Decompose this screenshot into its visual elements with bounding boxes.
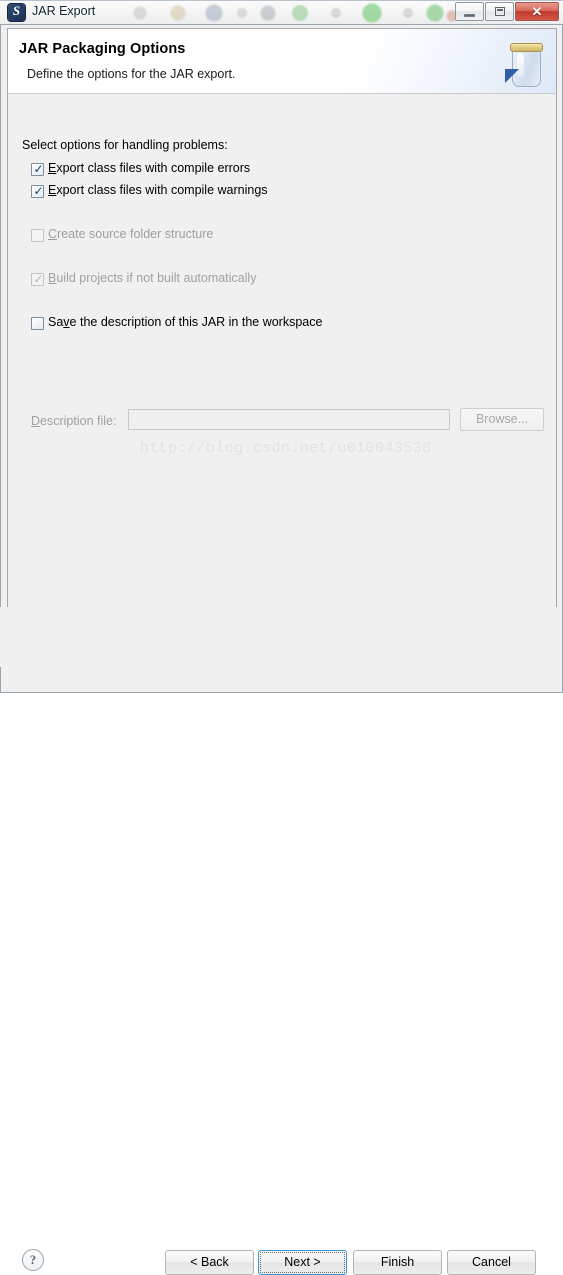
checkbox-label-build-projects-text: uild projects if not built automatically bbox=[56, 271, 257, 285]
back-button[interactable]: < Back bbox=[165, 1250, 254, 1275]
help-icon-glyph: ? bbox=[29, 1252, 37, 1267]
checkbox-label-save-description: Save the description of this JAR in the … bbox=[48, 315, 323, 329]
cancel-button[interactable]: Cancel bbox=[447, 1250, 536, 1275]
options-group-label: Select options for handling problems: bbox=[22, 138, 228, 152]
back-button-label: < Back bbox=[190, 1255, 229, 1269]
checkbox-label-export-warnings-text: xport class files with compile warnings bbox=[56, 183, 268, 197]
eclipse-icon-glyph: S bbox=[12, 4, 21, 18]
footer-bar: ? < Back Next > Finish Cancel bbox=[0, 607, 561, 1275]
page-title: JAR Packaging Options bbox=[19, 41, 186, 57]
checkbox-label-save-description-text: e the description of this JAR in the wor… bbox=[69, 315, 323, 329]
description-file-input bbox=[128, 409, 450, 430]
minimize-button[interactable] bbox=[455, 2, 484, 21]
checkbox-label-create-source-folder-text: reate source folder structure bbox=[57, 227, 214, 241]
export-arrow-icon bbox=[505, 69, 519, 83]
checkbox-export-class-files-compile-errors[interactable]: ✓ bbox=[31, 162, 44, 176]
description-file-label-text: escription file: bbox=[40, 414, 117, 428]
dialog-body: JAR Packaging Options Define the options… bbox=[0, 25, 563, 693]
title-bar: S JAR Export ✕ bbox=[0, 0, 563, 25]
cancel-button-label: Cancel bbox=[472, 1255, 511, 1269]
maximize-button[interactable] bbox=[485, 2, 514, 21]
check-mark-icon: ✓ bbox=[33, 184, 44, 198]
checkbox-create-source-folder-structure bbox=[31, 229, 44, 242]
checkbox-export-class-files-compile-warnings[interactable]: ✓ bbox=[31, 184, 44, 198]
help-icon[interactable]: ? bbox=[22, 1249, 44, 1271]
content-panel: Select options for handling problems: ✓ … bbox=[7, 93, 557, 625]
maximize-icon bbox=[495, 7, 505, 16]
check-mark-icon: ✓ bbox=[33, 162, 44, 176]
browse-button: Browse... bbox=[460, 408, 544, 431]
checkbox-label-create-source-folder: Create source folder structure bbox=[48, 227, 214, 241]
title-bar-top-border bbox=[0, 0, 563, 1]
wizard-header: JAR Packaging Options Define the options… bbox=[7, 28, 557, 94]
page-description: Define the options for the JAR export. bbox=[27, 67, 236, 81]
close-button[interactable]: ✕ bbox=[515, 2, 559, 21]
jar-icon bbox=[505, 36, 549, 91]
eclipse-icon: S bbox=[8, 4, 25, 21]
checkbox-save-description-of-jar-in-workspace[interactable] bbox=[31, 317, 44, 330]
checkbox-build-projects-if-not-built-automatically: ✓ bbox=[31, 272, 44, 286]
check-mark-icon: ✓ bbox=[33, 272, 44, 286]
window-title: JAR Export bbox=[32, 4, 96, 18]
checkbox-label-export-errors-text: xport class files with compile errors bbox=[56, 161, 251, 175]
checkbox-label-export-errors: Export class files with compile errors bbox=[48, 161, 251, 175]
next-button[interactable]: Next > bbox=[258, 1250, 347, 1275]
close-icon: ✕ bbox=[531, 4, 543, 19]
description-file-label: Description file: bbox=[31, 414, 117, 428]
watermark-text: http://blog.csdn.net/u010043538 bbox=[140, 440, 432, 457]
next-button-label: Next > bbox=[284, 1255, 321, 1269]
checkbox-label-export-warnings: Export class files with compile warnings bbox=[48, 183, 268, 197]
finish-button-label: Finish bbox=[380, 1255, 415, 1269]
jar-export-dialog: S JAR Export ✕ JAR Packaging Options Def… bbox=[0, 0, 563, 1275]
minimize-icon bbox=[464, 14, 475, 17]
finish-button[interactable]: Finish bbox=[353, 1250, 442, 1275]
jar-lid-shape bbox=[510, 43, 543, 52]
checkbox-label-build-projects: Build projects if not built automaticall… bbox=[48, 271, 257, 285]
